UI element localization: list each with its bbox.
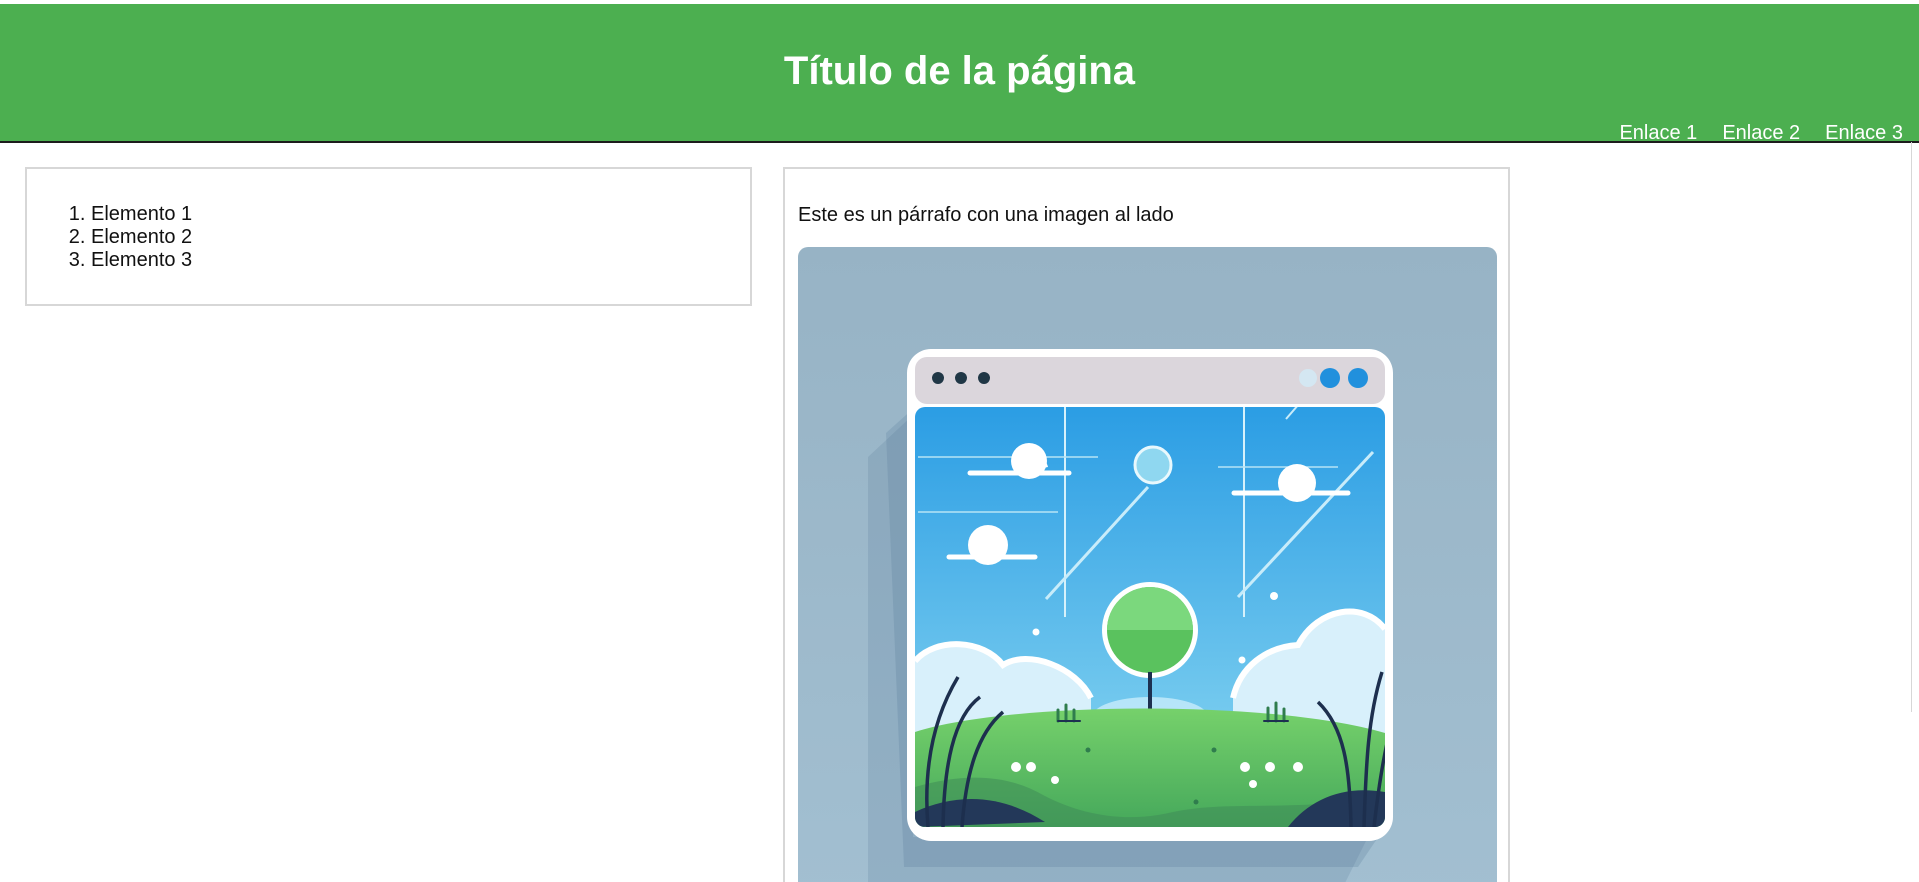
page-header: Título de la página Enlace 1 Enlace 2 En… bbox=[0, 4, 1919, 145]
landscape-illustration bbox=[798, 247, 1497, 882]
list-item: Elemento 1 bbox=[91, 203, 192, 226]
list-panel: Elemento 1 Elemento 2 Elemento 3 bbox=[25, 167, 752, 306]
list-item: Elemento 2 bbox=[91, 226, 192, 249]
list-item: Elemento 3 bbox=[91, 249, 192, 272]
nav-link-1[interactable]: Enlace 1 bbox=[1619, 121, 1697, 145]
top-navigation: Enlace 1 Enlace 2 Enlace 3 bbox=[1619, 121, 1903, 145]
nav-link-2[interactable]: Enlace 2 bbox=[1722, 121, 1800, 145]
page-title: Título de la página bbox=[783, 49, 1136, 93]
nav-link-3[interactable]: Enlace 3 bbox=[1825, 121, 1903, 145]
page: Título de la página Enlace 1 Enlace 2 En… bbox=[0, 0, 1919, 882]
media-panel: Este es un párrafo con una imagen al lad… bbox=[783, 167, 1510, 882]
ordered-list: Elemento 1 Elemento 2 Elemento 3 bbox=[69, 203, 192, 272]
right-divider bbox=[1911, 142, 1912, 712]
media-paragraph: Este es un párrafo con una imagen al lad… bbox=[798, 204, 1174, 226]
landscape-illustration-svg bbox=[798, 247, 1497, 882]
